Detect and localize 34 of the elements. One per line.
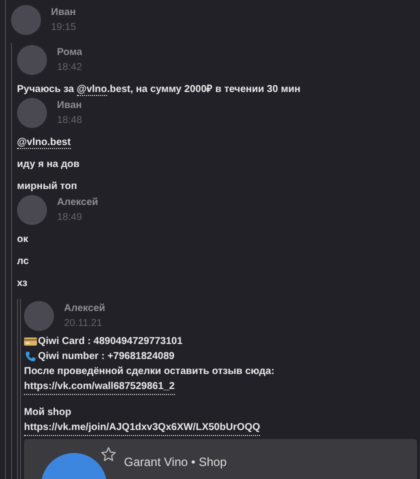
avatar [24, 301, 54, 331]
author-name[interactable]: Иван [51, 7, 76, 18]
star-icon[interactable] [100, 446, 117, 463]
message-text: Qiwi Card : 4890494729773101 [38, 335, 183, 349]
credit-card-icon [24, 336, 37, 347]
phone-icon [24, 351, 37, 362]
message-text: хз [17, 277, 28, 290]
message-time: 19:15 [51, 22, 76, 33]
message-time: 18:49 [57, 212, 84, 223]
avatar [17, 195, 47, 225]
url-link[interactable]: https://vk.com/wall687529861_2 [24, 378, 175, 394]
message-text: ок [17, 233, 30, 246]
message-text: лс [17, 255, 30, 268]
message-time: 20.11.21 [64, 318, 104, 329]
mention-link[interactable]: @vlno [76, 84, 107, 96]
message-text: После проведённой сделки оставить отзыв сюда: [24, 365, 274, 379]
avatar [17, 45, 47, 75]
message-time: 18:42 [57, 62, 82, 73]
mention-link[interactable]: @vlno.best [17, 137, 71, 149]
message-text: Ручаюсь за @vlno.best, на сумму 2000₽ в течении 30 мин [17, 83, 302, 96]
message-text: иду я на дов [17, 158, 81, 171]
author-name[interactable]: Алексей [64, 303, 106, 314]
link-preview-card[interactable]: Garant Vino • Shop [24, 439, 417, 479]
avatar [17, 98, 47, 128]
message-text: мирный топ [17, 180, 78, 193]
message-time: 18:48 [57, 115, 82, 126]
card-title: Garant Vino • Shop [124, 455, 227, 469]
message-text: Мой shop [24, 406, 72, 420]
url-link[interactable]: https://vk.me/join/AJQ1dxv3Qx6XW/LX50bUrOQQ [24, 420, 260, 436]
author-name[interactable]: Рома [57, 47, 82, 58]
author-name[interactable]: Алексей [57, 197, 98, 208]
message-text: Qiwi number : +79681824089 [38, 350, 174, 364]
avatar [11, 5, 41, 35]
author-name[interactable]: Иван [57, 100, 82, 111]
